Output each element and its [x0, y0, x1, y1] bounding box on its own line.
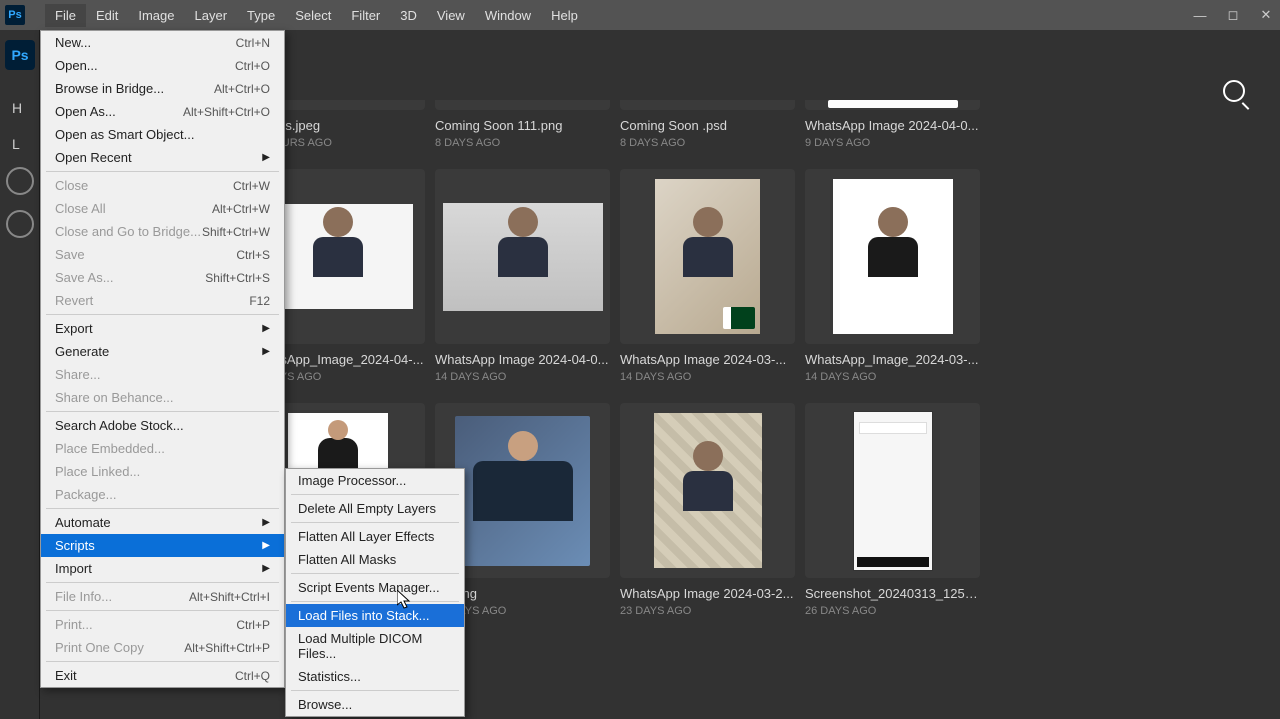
file-menu-item[interactable]: Import▶ [41, 557, 284, 580]
file-menu-item: Package... [41, 483, 284, 506]
scripts-menu-item[interactable]: Flatten All Layer Effects [286, 525, 464, 548]
sidebar-home-tab[interactable]: H [0, 80, 39, 116]
file-title: WhatsApp Image 2024-04-0... [435, 352, 610, 367]
minimize-icon[interactable]: — [1191, 6, 1209, 24]
file-menu-item[interactable]: Browse in Bridge...Alt+Ctrl+O [41, 77, 284, 100]
file-title: WhatsApp_Image_2024-03-... [805, 352, 980, 367]
recent-file-card[interactable]: WhatsApp Image 2024-04-0... 14 DAYS AGO [435, 169, 610, 383]
file-menu-item[interactable]: Open as Smart Object... [41, 123, 284, 146]
scripts-menu-item[interactable]: Delete All Empty Layers [286, 497, 464, 520]
thumb-preview [828, 100, 958, 108]
menu-image[interactable]: Image [128, 4, 184, 27]
file-menu-item[interactable]: Export▶ [41, 317, 284, 340]
recent-file-card[interactable]: Screenshot_20240313_1256... 26 DAYS AGO [805, 403, 980, 617]
menu-type[interactable]: Type [237, 4, 285, 27]
file-menu-item: RevertF12 [41, 289, 284, 312]
flag-icon [723, 307, 755, 329]
file-menu-item[interactable]: Open Recent▶ [41, 146, 284, 169]
recent-file-card[interactable]: WhatsApp Image 2024-04-0... 9 DAYS AGO [805, 100, 980, 149]
close-icon[interactable]: ✕ [1257, 6, 1275, 24]
recent-file-card[interactable]: Coming Soon 111.png 8 DAYS AGO [435, 100, 610, 149]
scripts-menu-item[interactable]: Image Processor... [286, 469, 464, 492]
file-menu-item: SaveCtrl+S [41, 243, 284, 266]
file-menu-item: Share... [41, 363, 284, 386]
file-menu-item: File Info...Alt+Shift+Ctrl+I [41, 585, 284, 608]
file-menu-item[interactable]: New...Ctrl+N [41, 31, 284, 54]
file-time: 8 DAYS AGO [435, 137, 610, 149]
file-time: 8 DAYS AGO [620, 137, 795, 149]
file-menu-item[interactable]: Search Adobe Stock... [41, 414, 284, 437]
scripts-menu-item[interactable]: Load Files into Stack... [286, 604, 464, 627]
file-menu-item: Close AllAlt+Ctrl+W [41, 197, 284, 220]
file-menu-item: Print...Ctrl+P [41, 613, 284, 636]
thumb-preview [833, 179, 953, 334]
file-menu-item[interactable]: Automate▶ [41, 511, 284, 534]
file-title: WhatsApp Image 2024-03-2... [620, 586, 795, 601]
file-menu-item: Place Linked... [41, 460, 284, 483]
thumb-preview [853, 411, 933, 571]
menu-3d[interactable]: 3D [390, 4, 427, 27]
file-title: Coming Soon .psd [620, 118, 795, 133]
recent-file-card[interactable]: WhatsApp Image 2024-03-... 14 DAYS AGO [620, 169, 795, 383]
file-title: Screenshot_20240313_1256... [805, 586, 980, 601]
thumb-preview [455, 416, 590, 566]
sidebar-learn-tab[interactable]: L [0, 116, 39, 152]
file-title: WhatsApp Image 2024-03-... [620, 352, 795, 367]
window-controls: — ◻ ✕ [1191, 6, 1275, 24]
file-title: WhatsApp Image 2024-04-0... [805, 118, 980, 133]
scripts-menu-item[interactable]: Browse... [286, 693, 464, 716]
scripts-menu-item[interactable]: Load Multiple DICOM Files... [286, 627, 464, 665]
recent-file-card[interactable]: WhatsApp Image 2024-03-2... 23 DAYS AGO [620, 403, 795, 617]
photoshop-small-icon: Ps [5, 5, 25, 25]
file-menu-item: Close and Go to Bridge...Shift+Ctrl+W [41, 220, 284, 243]
scripts-menu-item[interactable]: Statistics... [286, 665, 464, 688]
thumb-preview [654, 413, 762, 568]
file-time: 14 DAYS AGO [620, 371, 795, 383]
menu-layer[interactable]: Layer [185, 4, 238, 27]
thumb-preview [443, 203, 603, 311]
file-time: 14 DAYS AGO [805, 371, 980, 383]
file-time: 9 DAYS AGO [805, 137, 980, 149]
file-menu-item: Print One CopyAlt+Shift+Ctrl+P [41, 636, 284, 659]
menu-file[interactable]: File [45, 4, 86, 27]
file-menu-item[interactable]: Open...Ctrl+O [41, 54, 284, 77]
menu-edit[interactable]: Edit [86, 4, 128, 27]
file-menu-item: Share on Behance... [41, 386, 284, 409]
file-menu-item[interactable]: Scripts▶ [41, 534, 284, 557]
scripts-menu-item[interactable]: Script Events Manager... [286, 576, 464, 599]
file-menu-item[interactable]: ExitCtrl+Q [41, 664, 284, 687]
file-menu-item: CloseCtrl+W [41, 174, 284, 197]
menu-help[interactable]: Help [541, 4, 588, 27]
left-sidebar: Ps H L [0, 30, 40, 719]
menubar: File Edit Image Layer Type Select Filter… [45, 4, 588, 27]
scripts-menu-item[interactable]: Flatten All Masks [286, 548, 464, 571]
file-time: 26 DAYS AGO [805, 605, 980, 617]
file-title: Coming Soon 111.png [435, 118, 610, 133]
thumb-preview [655, 179, 760, 334]
file-menu-item: Place Embedded... [41, 437, 284, 460]
photoshop-app-icon: Ps [5, 40, 35, 70]
maximize-icon[interactable]: ◻ [1224, 6, 1242, 24]
recent-file-card[interactable]: WhatsApp_Image_2024-03-... 14 DAYS AGO [805, 169, 980, 383]
file-menu-item[interactable]: Generate▶ [41, 340, 284, 363]
menu-window[interactable]: Window [475, 4, 541, 27]
sidebar-tool-circle-1[interactable] [6, 167, 34, 195]
menu-view[interactable]: View [427, 4, 475, 27]
search-icon[interactable] [1223, 80, 1245, 102]
recent-file-card[interactable]: Coming Soon .psd 8 DAYS AGO [620, 100, 795, 149]
menu-select[interactable]: Select [285, 4, 341, 27]
file-time: 23 DAYS AGO [620, 605, 795, 617]
file-time: 14 DAYS AGO [435, 371, 610, 383]
file-menu-dropdown: New...Ctrl+NOpen...Ctrl+OBrowse in Bridg… [40, 30, 285, 688]
file-menu-item: Save As...Shift+Ctrl+S [41, 266, 284, 289]
scripts-submenu: Image Processor... Delete All Empty Layer… [285, 468, 465, 717]
sidebar-tool-circle-2[interactable] [6, 210, 34, 238]
titlebar: Ps File Edit Image Layer Type Select Fil… [0, 0, 1280, 30]
file-menu-item[interactable]: Open As...Alt+Shift+Ctrl+O [41, 100, 284, 123]
menu-filter[interactable]: Filter [341, 4, 390, 27]
thumb-preview [263, 204, 413, 309]
